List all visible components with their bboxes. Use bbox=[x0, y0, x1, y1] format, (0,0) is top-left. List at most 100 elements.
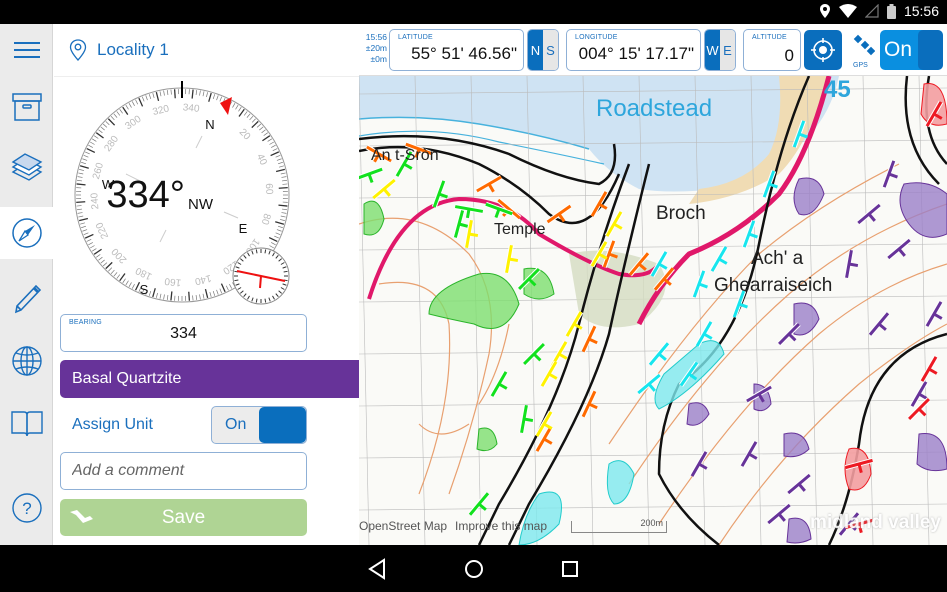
status-bar: 15:56 bbox=[0, 0, 947, 24]
recents-icon[interactable] bbox=[558, 557, 582, 581]
strike-dip-symbol[interactable] bbox=[504, 244, 521, 274]
rail-layers[interactable] bbox=[0, 142, 53, 194]
strike-dip-symbol[interactable] bbox=[739, 440, 764, 471]
geologic-unit-selector[interactable]: Basal Quartzite bbox=[60, 360, 360, 398]
help-icon: ? bbox=[11, 493, 42, 523]
strike-dip-symbol[interactable] bbox=[868, 311, 895, 340]
compass-tick-label: 340 bbox=[182, 102, 200, 115]
location-icon bbox=[819, 4, 830, 18]
scale-label: 200m bbox=[640, 518, 663, 528]
strike-dip-symbol[interactable] bbox=[431, 179, 452, 210]
compass-panel: Locality 1 20 40 60 80 100 120 140 160 180 200 220… bbox=[54, 24, 413, 546]
wifi-icon bbox=[838, 4, 857, 18]
side-rail: ? bbox=[0, 24, 54, 545]
bearing-field[interactable]: BEARING 334 bbox=[60, 314, 307, 352]
strike-dip-symbol[interactable] bbox=[924, 300, 947, 331]
strike-dip-symbol[interactable] bbox=[489, 370, 514, 401]
hemi-w[interactable]: W bbox=[705, 30, 720, 70]
rail-basemap[interactable] bbox=[0, 335, 53, 387]
longitude-field[interactable]: LONGITUDE 004° 15' 17.17" bbox=[566, 29, 701, 71]
longitude-caption: LONGITUDE bbox=[575, 34, 618, 41]
hemi-n[interactable]: N bbox=[528, 30, 543, 70]
globe-icon bbox=[11, 346, 42, 376]
strike-dip-symbol[interactable] bbox=[886, 238, 915, 265]
strike-dip-symbol[interactable] bbox=[786, 473, 815, 500]
coordinate-bar: 15:56 ±20m ±0m LATITUDE 55° 51' 46.56" N… bbox=[359, 24, 947, 76]
strike-dip-symbol[interactable] bbox=[844, 249, 861, 279]
navigation-bar bbox=[0, 545, 947, 592]
heading-value: 334° bbox=[106, 174, 185, 216]
locality-header[interactable]: Locality 1 bbox=[54, 24, 359, 77]
rail-menu[interactable] bbox=[0, 24, 53, 76]
strike-dip-symbol[interactable] bbox=[539, 360, 564, 391]
hemi-s[interactable]: S bbox=[543, 30, 558, 70]
comment-field[interactable] bbox=[60, 452, 307, 490]
strike-dip-symbol[interactable] bbox=[546, 203, 576, 229]
longitude-value: 004° 15' 17.17" bbox=[578, 44, 694, 63]
strike-dip-icon bbox=[70, 510, 93, 523]
hemi-e[interactable]: E bbox=[720, 30, 735, 70]
locate-me-button[interactable] bbox=[804, 30, 842, 70]
gps-info: 15:56 ±20m ±0m bbox=[359, 32, 387, 65]
assign-unit-toggle[interactable]: On bbox=[211, 406, 307, 444]
compass-dial[interactable]: 2040608010012014016018020022024026028030… bbox=[72, 76, 302, 316]
strike-dip-symbol[interactable] bbox=[468, 491, 495, 520]
app-window: ? Locality 1 20 40 60 80 100 120 140 160 180 200 2… bbox=[0, 24, 947, 546]
strike-dip-symbol[interactable] bbox=[580, 325, 603, 355]
strike-dip-symbol[interactable] bbox=[475, 174, 506, 199]
strike-dip-symbol[interactable] bbox=[709, 245, 734, 276]
brand-watermark: midland valley bbox=[810, 512, 941, 533]
home-icon[interactable] bbox=[462, 557, 486, 581]
rail-notebook[interactable] bbox=[0, 81, 53, 133]
strike-dip-symbol[interactable] bbox=[856, 203, 885, 230]
back-icon[interactable] bbox=[366, 557, 390, 581]
map-pin-icon bbox=[69, 39, 87, 61]
gps-label: GPS bbox=[853, 62, 868, 69]
strike-dip-symbol[interactable] bbox=[371, 178, 400, 205]
assign-unit-label: Assign Unit bbox=[72, 416, 153, 433]
map-attribution[interactable]: OpenStreet Map bbox=[359, 519, 447, 533]
compass-tick bbox=[76, 201, 86, 204]
gps-accuracy-h: ±20m bbox=[365, 43, 387, 53]
gps-toggle[interactable]: On bbox=[880, 30, 943, 70]
longitude-hemisphere[interactable]: W E bbox=[704, 29, 736, 71]
latitude-hemisphere[interactable]: N S bbox=[527, 29, 559, 71]
latitude-field[interactable]: LATITUDE 55° 51' 46.56" bbox=[389, 29, 524, 71]
improve-map-link[interactable]: Improve this map bbox=[455, 519, 547, 533]
latitude-value: 55° 51' 46.56" bbox=[411, 44, 517, 63]
strike-dip-symbol[interactable] bbox=[519, 404, 536, 434]
altitude-field[interactable]: ALTITUDE 0 bbox=[743, 29, 801, 71]
strike-dip-symbol[interactable] bbox=[522, 342, 550, 370]
svg-text:?: ? bbox=[22, 499, 31, 518]
rail-draw[interactable] bbox=[0, 272, 53, 324]
woodland-area bbox=[569, 250, 666, 328]
map-view[interactable]: Roadstead An t-Sròn Temple Broch Ach' a … bbox=[359, 24, 947, 545]
strike-dip-symbol[interactable] bbox=[689, 450, 714, 481]
comment-input[interactable] bbox=[61, 453, 306, 489]
strike-dip-symbol[interactable] bbox=[359, 166, 385, 187]
gps-time: 15:56 bbox=[365, 32, 387, 42]
map-canvas[interactable]: Roadstead An t-Sròn Temple Broch Ach' a … bbox=[359, 24, 947, 545]
rail-help[interactable]: ? bbox=[0, 482, 53, 534]
rail-guide[interactable] bbox=[0, 398, 53, 450]
strike-dip-symbol[interactable] bbox=[464, 219, 481, 249]
crosshair-icon bbox=[811, 38, 835, 62]
clock: 15:56 bbox=[903, 3, 939, 19]
clinometer-tick bbox=[255, 298, 258, 303]
pencil-icon bbox=[14, 284, 41, 314]
locality-name: Locality 1 bbox=[97, 40, 169, 59]
battery-icon bbox=[886, 3, 896, 19]
strike-dip-symbol[interactable] bbox=[881, 159, 902, 190]
rail-compass[interactable] bbox=[0, 207, 54, 259]
layers-icon bbox=[11, 153, 42, 181]
save-button[interactable]: Save bbox=[60, 499, 307, 536]
compass-tick bbox=[278, 186, 288, 189]
cardinal-n: N bbox=[205, 117, 214, 132]
compass-icon bbox=[12, 218, 42, 248]
strike-dip-symbol[interactable] bbox=[691, 269, 712, 300]
heading-direction: NW bbox=[188, 196, 214, 213]
bearing-value: 334 bbox=[170, 325, 197, 342]
map-label-temple: Temple bbox=[494, 221, 546, 238]
compass-tick-label: 240 bbox=[89, 192, 101, 210]
map-label-grid: 45 bbox=[824, 76, 851, 103]
